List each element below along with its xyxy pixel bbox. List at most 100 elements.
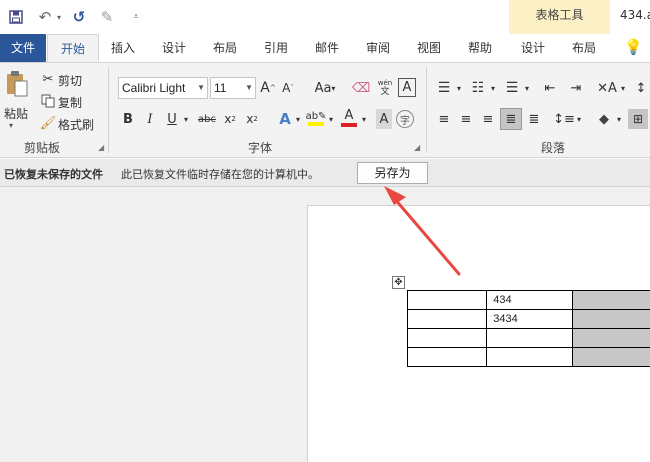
table-cell[interactable] xyxy=(572,328,650,348)
document-table[interactable]: 434 3434 xyxy=(406,290,650,367)
title-bar: ↶ ▾ ↺ ✎ ⩡ 表格工具 434.a xyxy=(0,0,650,34)
group-divider xyxy=(108,67,109,153)
ribbon-tabs: 文件 开始 插入 设计 布局 引用 邮件 审阅 视图 帮助 设计 布局 💡 xyxy=(0,34,650,62)
highlight-icon[interactable]: ab✎ xyxy=(306,107,326,129)
tab-references[interactable]: 引用 xyxy=(257,34,295,62)
enclose-character-icon[interactable]: 字 xyxy=(396,110,414,128)
line-spacing-icon[interactable]: ↕≡ xyxy=(553,109,575,129)
tab-file[interactable]: 文件 xyxy=(0,34,46,62)
recovery-message: 此已恢复文件临时存储在您的计算机中。 xyxy=(121,168,319,181)
save-as-button[interactable]: 另存为 xyxy=(357,162,428,184)
table-row: 434 xyxy=(406,290,650,310)
shading-dropdown-icon[interactable]: ▾ xyxy=(615,109,623,129)
multilevel-dropdown-icon[interactable]: ▾ xyxy=(523,77,531,99)
table-cell[interactable] xyxy=(406,290,488,310)
bullets-icon[interactable]: ☰ xyxy=(434,77,454,99)
underline-icon[interactable]: U xyxy=(164,109,180,129)
character-border-icon[interactable]: A xyxy=(398,78,416,97)
tab-layout[interactable]: 布局 xyxy=(206,34,244,62)
grow-font-icon[interactable]: A ^ xyxy=(260,77,276,99)
justify-icon[interactable]: ≣ xyxy=(500,108,522,130)
character-shading-icon[interactable]: A xyxy=(376,109,392,129)
align-center-icon[interactable]: ≡ xyxy=(456,109,476,129)
shrink-font-icon[interactable]: Aˇ xyxy=(280,77,296,99)
table-cell[interactable] xyxy=(572,290,650,310)
format-painter-button[interactable]: 格式刷 xyxy=(58,116,94,133)
tab-mailings[interactable]: 邮件 xyxy=(308,34,346,62)
paste-button[interactable]: 粘贴 xyxy=(4,105,28,122)
font-size-combo[interactable]: 11 ▼ xyxy=(210,77,256,99)
font-color-dropdown-icon[interactable]: ▾ xyxy=(360,109,368,129)
bold-icon[interactable]: B xyxy=(120,109,136,129)
increase-indent-icon[interactable]: ⇥ xyxy=(566,77,586,99)
redo-icon[interactable]: ↺ xyxy=(70,7,88,27)
distributed-icon[interactable]: ≣ xyxy=(524,109,544,129)
align-right-icon[interactable]: ≡ xyxy=(478,109,498,129)
sort-icon[interactable]: ↕ xyxy=(632,77,650,99)
format-painter-icon[interactable]: 🖌 xyxy=(40,115,57,131)
phonetic-guide-icon[interactable]: wén 文 xyxy=(374,77,396,99)
text-effects-dropdown-icon[interactable]: ▾ xyxy=(294,109,302,129)
undo-dropdown-icon[interactable]: ▾ xyxy=(54,7,64,27)
line-spacing-dropdown-icon[interactable]: ▾ xyxy=(575,109,583,129)
tab-review[interactable]: 审阅 xyxy=(359,34,397,62)
decrease-indent-icon[interactable]: ⇤ xyxy=(540,77,560,99)
align-left-icon[interactable]: ≡ xyxy=(434,109,454,129)
change-case-icon[interactable]: Aa ▾ xyxy=(310,77,340,99)
chevron-down-icon: ▼ xyxy=(245,83,253,92)
table-cell[interactable] xyxy=(572,347,650,367)
font-color-icon[interactable]: A xyxy=(340,107,358,129)
tab-table-layout[interactable]: 布局 xyxy=(565,34,603,62)
format-painter-icon[interactable]: ✎ xyxy=(98,7,116,27)
chinese-layout-dropdown-icon[interactable]: ▾ xyxy=(619,77,627,99)
tab-insert[interactable]: 插入 xyxy=(104,34,142,62)
tab-home[interactable]: 开始 xyxy=(47,34,99,62)
underline-dropdown-icon[interactable]: ▾ xyxy=(181,109,191,129)
cut-button[interactable]: 剪切 xyxy=(58,72,82,89)
font-size-value: 11 xyxy=(214,81,227,95)
tab-help[interactable]: 帮助 xyxy=(461,34,499,62)
paste-icon[interactable] xyxy=(4,69,30,99)
copy-button[interactable]: 复制 xyxy=(58,94,82,111)
table-cell[interactable] xyxy=(406,309,488,329)
copy-icon[interactable] xyxy=(40,93,56,109)
scissors-icon[interactable]: ✂ xyxy=(40,71,56,87)
tab-view[interactable]: 视图 xyxy=(410,34,448,62)
clear-formatting-icon[interactable]: ⌫ xyxy=(352,77,370,99)
strikethrough-icon[interactable]: abc xyxy=(196,109,218,129)
borders-icon[interactable]: ⊞ xyxy=(628,109,648,129)
paragraph-group-label: 段落 xyxy=(541,141,566,155)
save-icon[interactable] xyxy=(6,7,26,27)
table-cell[interactable]: 3434 xyxy=(486,309,574,329)
table-cell[interactable] xyxy=(486,347,574,367)
table-cell[interactable] xyxy=(486,328,574,348)
shading-icon[interactable]: ◆ xyxy=(594,109,614,129)
font-launcher-icon[interactable]: ◢ xyxy=(414,143,420,152)
undo-icon[interactable]: ↶ xyxy=(36,7,54,27)
numbering-dropdown-icon[interactable]: ▾ xyxy=(489,77,497,99)
numbering-icon[interactable]: ☷ xyxy=(468,77,488,99)
table-row xyxy=(406,347,650,367)
table-cell[interactable]: 434 xyxy=(486,290,574,310)
table-cell[interactable] xyxy=(406,347,488,367)
bullets-dropdown-icon[interactable]: ▾ xyxy=(455,77,463,99)
table-cell[interactable] xyxy=(406,328,488,348)
font-name-combo[interactable]: Calibri Light ▼ xyxy=(118,77,208,99)
clipboard-group-label: 剪贴板 xyxy=(24,141,61,155)
tell-me-bulb-icon[interactable]: 💡 xyxy=(624,38,643,56)
customize-icon[interactable]: ⩡ xyxy=(130,7,142,27)
ribbon: 粘贴 ▾ ✂ 剪切 复制 🖌 格式刷 剪贴板 ◢ Calibri Light ▼… xyxy=(0,62,650,158)
highlight-dropdown-icon[interactable]: ▾ xyxy=(327,109,335,129)
superscript-icon[interactable]: x2 xyxy=(243,109,261,129)
tab-design[interactable]: 设计 xyxy=(155,34,193,62)
text-effects-icon[interactable]: A xyxy=(276,109,294,129)
italic-icon[interactable]: I xyxy=(142,109,158,129)
paste-dropdown-icon[interactable]: ▾ xyxy=(9,121,13,130)
table-cell[interactable] xyxy=(572,309,650,329)
chinese-layout-icon[interactable]: ✕A xyxy=(596,77,618,99)
table-move-handle-icon[interactable]: ✥ xyxy=(392,276,405,289)
subscript-icon[interactable]: x2 xyxy=(221,109,239,129)
tab-table-design[interactable]: 设计 xyxy=(514,34,552,62)
multilevel-list-icon[interactable]: ☰ xyxy=(502,77,522,99)
clipboard-launcher-icon[interactable]: ◢ xyxy=(98,143,104,152)
